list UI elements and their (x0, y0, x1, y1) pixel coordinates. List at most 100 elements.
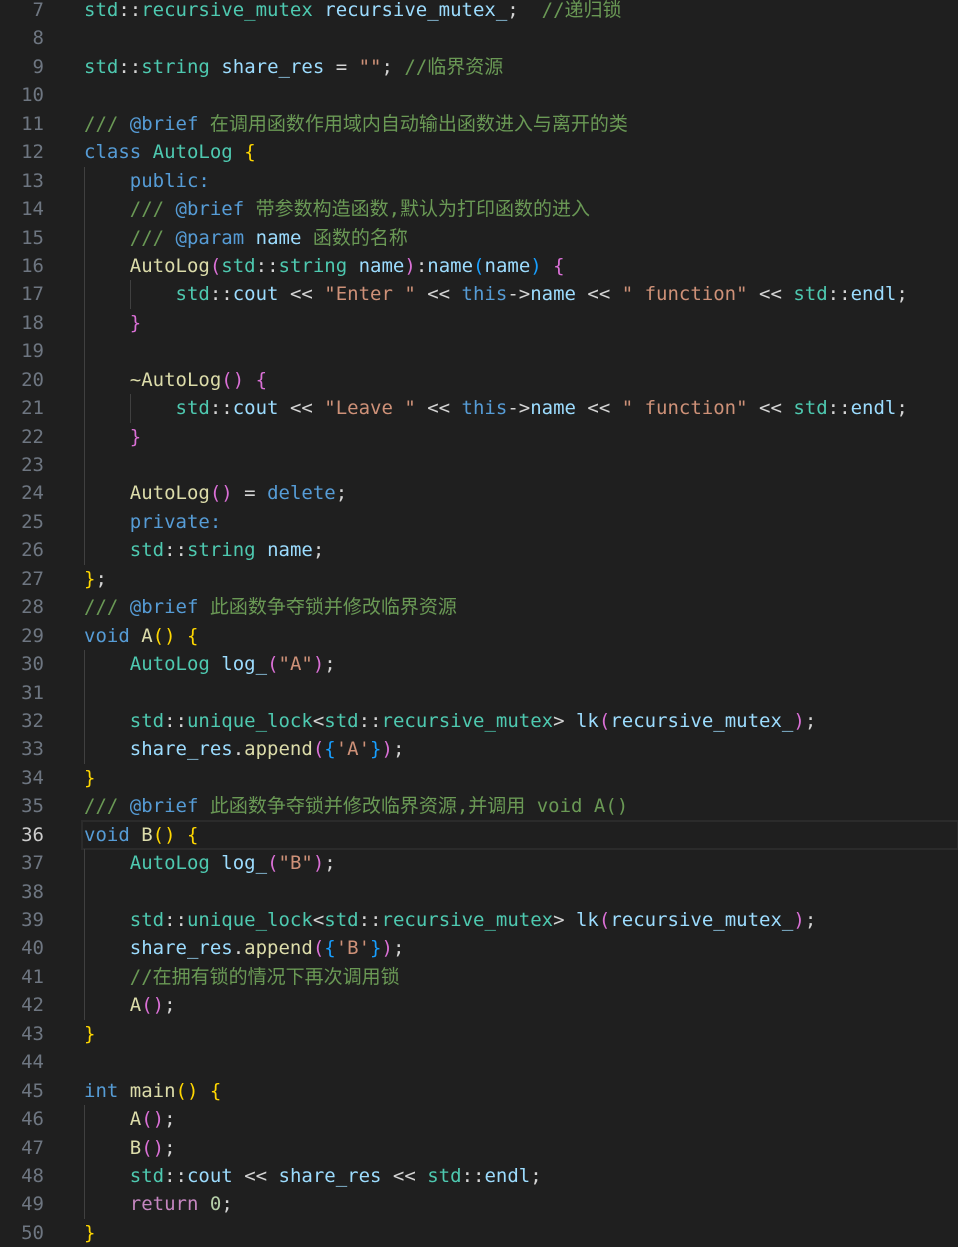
code-area[interactable]: } (82, 1219, 958, 1247)
code-area[interactable]: ~AutoLog() { (82, 365, 958, 395)
code-line[interactable]: 22 } (0, 422, 958, 451)
code-line[interactable]: 42 A(); (0, 991, 958, 1020)
code-line[interactable]: 21 std::cout << "Leave " << this->name <… (0, 394, 958, 423)
token-fn: AutoLog (129, 482, 210, 505)
code-area[interactable]: std::cout << share_res << std::endl; (82, 1161, 958, 1191)
code-area[interactable]: B(); (82, 1133, 958, 1162)
line-number: 14 (21, 198, 44, 221)
code-area[interactable]: } (82, 1020, 958, 1048)
code-area[interactable]: AutoLog log_("B"); (82, 849, 958, 878)
code-line[interactable]: 17 std::cout << "Enter " << this->name <… (0, 280, 958, 309)
code-line[interactable]: 16 AutoLog(std::string name):name(name) … (0, 251, 958, 281)
code-line[interactable]: 38 (0, 877, 958, 906)
code-area[interactable]: std::recursive_mutex recursive_mutex_; /… (82, 0, 958, 24)
code-area[interactable] (82, 678, 958, 707)
code-line[interactable]: 43} (0, 1020, 958, 1048)
token-type: std (221, 254, 256, 277)
code-area[interactable]: AutoLog(std::string name):name(name) { (82, 251, 958, 281)
code-line[interactable]: 35 /// @brief 此函数争夺锁并修改临界资源,并调用 void A() (0, 792, 958, 820)
code-area[interactable]: AutoLog log_("A"); (82, 650, 958, 679)
code-area[interactable] (82, 451, 958, 480)
code-line[interactable]: 10 (0, 81, 958, 109)
code-line[interactable]: 39 std::unique_lock<std::recursive_mutex… (0, 906, 958, 935)
code-line[interactable]: 8 (0, 24, 958, 52)
code-line[interactable]: 40 share_res.append({'B'}); (0, 934, 958, 963)
code-line[interactable]: 31 (0, 678, 958, 707)
code-text: } (84, 423, 141, 451)
code-area[interactable]: } (82, 308, 958, 338)
code-line[interactable]: 19 (0, 337, 958, 366)
line-number: 49 (21, 1193, 44, 1216)
code-line[interactable]: 32 std::unique_lock<std::recursive_mutex… (0, 706, 958, 736)
code-area[interactable]: void B() { (81, 819, 958, 851)
code-area[interactable]: share_res.append({'A'}); (82, 735, 958, 764)
code-area[interactable]: //在拥有锁的情况下再次调用锁 (82, 962, 958, 992)
code-line[interactable]: 15 /// @param name 函数的名称 (0, 223, 958, 252)
code-line[interactable]: 49 return 0; (0, 1190, 958, 1219)
code-line[interactable]: 12 class AutoLog { (0, 138, 958, 166)
code-line[interactable]: 45 int main() { (0, 1077, 958, 1105)
code-line[interactable]: 11 /// @brief 在调用函数作用域内自动输出函数进入与离开的类 (0, 110, 958, 138)
token-str: "Leave " (324, 397, 416, 420)
code-line[interactable]: 41 //在拥有锁的情况下再次调用锁 (0, 962, 958, 992)
code-area[interactable]: /// @brief 带参数构造函数,默认为打印函数的进入 (82, 195, 958, 224)
indent-guide (84, 678, 85, 707)
code-line[interactable]: 36 void B() { (0, 819, 958, 851)
code-area[interactable]: /// @brief 此函数争夺锁并修改临界资源,并调用 void A() (82, 792, 958, 820)
code-area[interactable] (82, 1048, 958, 1076)
code-line[interactable]: 27}; (0, 565, 958, 593)
code-area[interactable]: A(); (82, 1105, 958, 1134)
code-line[interactable]: 46 A(); (0, 1105, 958, 1134)
code-area[interactable]: /// @brief 在调用函数作用域内自动输出函数进入与离开的类 (82, 110, 958, 138)
code-line[interactable]: 30 AutoLog log_("A"); (0, 650, 958, 679)
code-line[interactable]: 44 (0, 1048, 958, 1076)
code-line[interactable]: 26 std::string name; (0, 536, 958, 565)
code-line[interactable]: 48 std::cout << share_res << std::endl; (0, 1161, 958, 1191)
code-area[interactable]: void A() { (82, 622, 958, 650)
code-area[interactable]: std::cout << "Enter " << this->name << "… (82, 280, 958, 309)
code-line[interactable]: 25 private: (0, 507, 958, 537)
code-line[interactable]: 47 B(); (0, 1133, 958, 1162)
code-area[interactable] (82, 81, 958, 109)
code-area[interactable] (82, 337, 958, 366)
code-line[interactable]: 29 void A() { (0, 622, 958, 650)
token-p: :: (164, 909, 187, 931)
code-line[interactable]: 28 /// @brief 此函数争夺锁并修改临界资源 (0, 593, 958, 621)
code-line[interactable]: 33 share_res.append({'A'}); (0, 735, 958, 764)
code-area[interactable]: AutoLog() = delete; (82, 479, 958, 508)
code-area[interactable]: std::string share_res = ""; //临界资源 (82, 53, 958, 81)
code-line[interactable]: 34} (0, 764, 958, 792)
code-text: share_res.append({'B'}); (84, 934, 405, 962)
code-line[interactable]: 50} (0, 1219, 958, 1247)
code-area[interactable]: std::unique_lock<std::recursive_mutex> l… (82, 706, 958, 736)
code-line[interactable]: 7 std::recursive_mutex recursive_mutex_; … (0, 0, 958, 24)
code-area[interactable]: A(); (82, 991, 958, 1020)
code-area[interactable]: /// @param name 函数的名称 (82, 223, 958, 252)
line-number: 39 (21, 909, 44, 931)
code-line[interactable]: 9 std::string share_res = ""; //临界资源 (0, 53, 958, 81)
code-area[interactable]: private: (82, 507, 958, 537)
code-area[interactable] (82, 877, 958, 906)
code-line[interactable]: 23 (0, 451, 958, 480)
code-area[interactable]: }; (82, 565, 958, 593)
code-area[interactable]: } (82, 764, 958, 792)
code-line[interactable]: 18 } (0, 308, 958, 338)
code-area[interactable]: public: (82, 166, 958, 196)
code-area[interactable]: share_res.append({'B'}); (82, 934, 958, 963)
code-area[interactable]: std::string name; (82, 536, 958, 565)
code-line[interactable]: 37 AutoLog log_("B"); (0, 849, 958, 878)
code-area[interactable]: class AutoLog { (82, 138, 958, 166)
code-area[interactable]: int main() { (82, 1077, 958, 1105)
code-area[interactable]: return 0; (82, 1190, 958, 1219)
code-line[interactable]: 24 AutoLog() = delete; (0, 479, 958, 508)
code-area[interactable]: std::unique_lock<std::recursive_mutex> l… (82, 906, 958, 935)
code-line[interactable]: 13 public: (0, 166, 958, 196)
code-line[interactable]: 14 /// @brief 带参数构造函数,默认为打印函数的进入 (0, 195, 958, 224)
code-area[interactable]: std::cout << "Leave " << this->name << "… (82, 394, 958, 423)
token-fn: append (244, 738, 313, 761)
code-area[interactable] (82, 24, 958, 52)
code-line[interactable]: 20 ~AutoLog() { (0, 365, 958, 395)
code-area[interactable]: /// @brief 此函数争夺锁并修改临界资源 (82, 593, 958, 621)
code-editor[interactable]: 7 std::recursive_mutex recursive_mutex_; … (0, 0, 958, 1247)
code-area[interactable]: } (82, 422, 958, 451)
